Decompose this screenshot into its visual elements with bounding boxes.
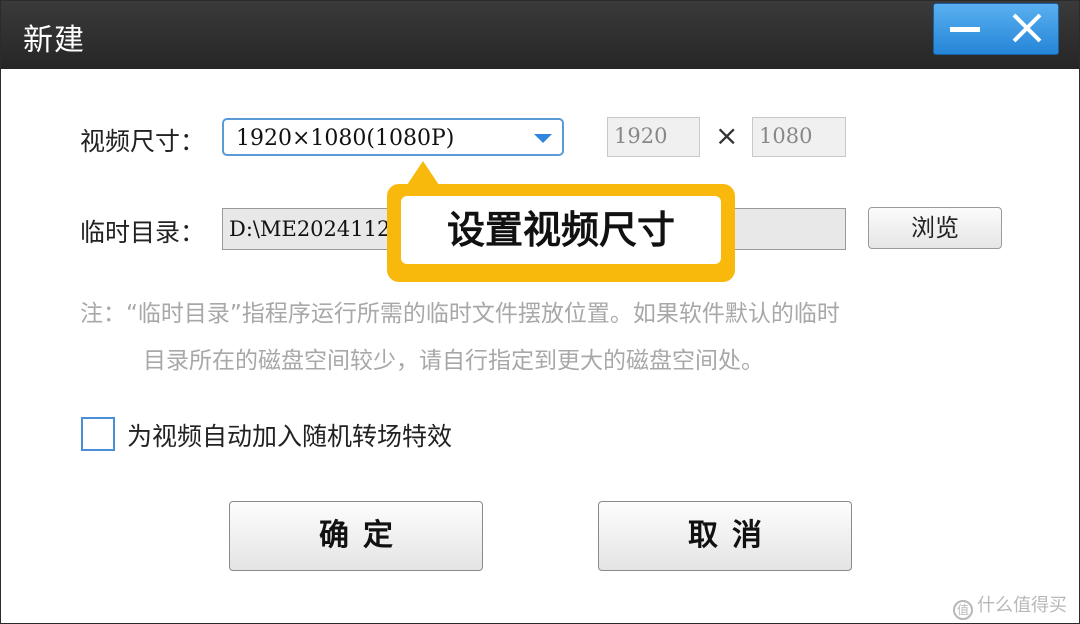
video-size-select[interactable]: 1920×1080(1080P) [222, 118, 564, 156]
height-field: 1080 [752, 117, 846, 157]
window-controls [933, 3, 1059, 55]
temp-dir-label: 临时目录： [80, 218, 206, 247]
cancel-button[interactable]: 取消 [598, 501, 852, 571]
minimize-icon [934, 4, 996, 54]
times-sign: × [715, 119, 739, 152]
random-transition-label[interactable]: 为视频自动加入随机转场特效 [127, 417, 452, 453]
callout-annotation: 设置视频尺寸 [387, 184, 735, 282]
new-project-dialog: 新建 视频尺寸： 1920×1080(1080P) 1920 × 1080 临时… [0, 0, 1080, 624]
video-size-selected: 1920×1080(1080P) [236, 126, 455, 151]
callout-pointer [407, 161, 439, 185]
note-line-2: 目录所在的磁盘空间较少，请自行指定到更大的磁盘空间处。 [143, 348, 764, 374]
watermark: 值什么值得买 [953, 591, 1067, 620]
note-line-1: 注：“临时目录”指程序运行所需的临时文件摆放位置。如果软件默认的临时 [80, 301, 840, 327]
window-title: 新建 [23, 23, 85, 58]
width-field: 1920 [607, 117, 700, 157]
ok-button[interactable]: 确定 [229, 501, 483, 571]
chevron-down-icon [534, 134, 552, 143]
close-icon [996, 4, 1058, 54]
temp-dir-value: D:\ME2024112 [229, 217, 391, 241]
title-bar[interactable]: 新建 [1, 1, 1079, 69]
video-size-label: 视频尺寸： [80, 127, 206, 156]
watermark-logo-icon: 值 [953, 600, 973, 620]
minimize-button[interactable] [934, 4, 996, 54]
watermark-text: 什么值得买 [977, 595, 1067, 616]
random-transition-checkbox[interactable] [81, 417, 115, 451]
callout-text: 设置视频尺寸 [401, 196, 721, 264]
close-button[interactable] [996, 4, 1058, 54]
browse-button[interactable]: 浏览 [868, 207, 1002, 249]
